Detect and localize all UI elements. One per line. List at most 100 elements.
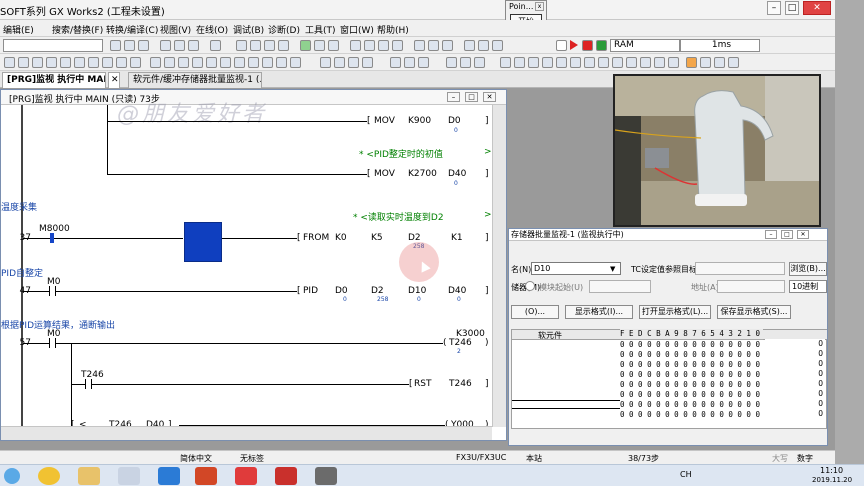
contact-energized[interactable] xyxy=(50,233,54,243)
close-all-icon[interactable] xyxy=(492,40,503,51)
monitor-cursor-block[interactable] xyxy=(184,222,222,262)
ladder-ldp-icon[interactable] xyxy=(206,57,217,68)
device-combo-chevron-down-icon[interactable]: ▼ xyxy=(610,265,615,273)
stop-icon[interactable] xyxy=(582,40,593,51)
ladder-contact-b-icon[interactable] xyxy=(18,57,29,68)
monitor-all-icon[interactable] xyxy=(714,57,725,68)
sim-reset-icon[interactable] xyxy=(542,57,553,68)
ladder-statement-icon[interactable] xyxy=(334,57,345,68)
menu-convert[interactable]: 转换/编译(C) xyxy=(106,23,158,36)
device-use-icon[interactable] xyxy=(418,57,429,68)
param-icon[interactable] xyxy=(556,57,567,68)
read-icon[interactable] xyxy=(328,40,339,51)
horizontal-scrollbar[interactable] xyxy=(1,426,492,440)
toolbar-combo-1[interactable] xyxy=(3,39,103,52)
ladder-max-button[interactable]: □ xyxy=(465,92,478,102)
vertical-scrollbar[interactable] xyxy=(492,105,506,427)
menu-edit[interactable]: 编辑(E) xyxy=(3,23,34,36)
contact-m0[interactable] xyxy=(49,338,56,348)
module-start-combo[interactable] xyxy=(589,280,651,293)
save-format-button[interactable]: 保存显示格式(S)... xyxy=(717,305,791,319)
sim-icon[interactable] xyxy=(500,57,511,68)
monitor-icon[interactable] xyxy=(300,40,311,51)
ladder-min-button[interactable]: – xyxy=(447,92,460,102)
minimize-button[interactable]: – xyxy=(767,1,781,15)
ladder-icon[interactable] xyxy=(378,40,389,51)
monitor-start-icon[interactable] xyxy=(686,57,697,68)
menu-diagnose[interactable]: 诊断(D) xyxy=(268,23,300,36)
display-format-button[interactable]: 显示格式(I)... xyxy=(565,305,633,319)
ladder-inv-icon[interactable] xyxy=(130,57,141,68)
ladder-comment-icon[interactable] xyxy=(320,57,331,68)
menu-help[interactable]: 帮助(H) xyxy=(377,23,409,36)
app-gray-icon[interactable] xyxy=(315,467,337,485)
ladder-rise-icon[interactable] xyxy=(102,57,113,68)
ladder-or-icon[interactable] xyxy=(192,57,203,68)
menu-window[interactable]: 窗口(W) xyxy=(340,23,374,36)
address-field[interactable] xyxy=(717,280,785,293)
powerpoint-icon[interactable] xyxy=(195,467,217,485)
test-icon[interactable] xyxy=(640,57,651,68)
buffer-radio[interactable] xyxy=(525,281,535,291)
batch-icon[interactable] xyxy=(474,57,485,68)
ladder-mpp-icon[interactable] xyxy=(290,57,301,68)
menu-debug[interactable]: 调试(B) xyxy=(233,23,264,36)
help-icon[interactable] xyxy=(556,40,567,51)
sim-stop-icon[interactable] xyxy=(528,57,539,68)
monitor-stop-icon[interactable] xyxy=(700,57,711,68)
app-icon[interactable] xyxy=(158,467,180,485)
menu-online[interactable]: 在线(O) xyxy=(196,23,228,36)
tray-language[interactable]: CH xyxy=(680,470,692,479)
save-icon[interactable] xyxy=(138,40,149,51)
menu-view[interactable]: 视图(V) xyxy=(160,23,191,36)
undo-icon[interactable] xyxy=(210,40,221,51)
ladder-ldf-icon[interactable] xyxy=(220,57,231,68)
run-icon[interactable] xyxy=(570,40,578,50)
contact-t246[interactable] xyxy=(85,379,92,389)
sim-start-icon[interactable] xyxy=(514,57,525,68)
diag-icon[interactable] xyxy=(584,57,595,68)
memory-combo[interactable]: RAM xyxy=(610,39,680,52)
write-icon[interactable] xyxy=(314,40,325,51)
batch-max-button[interactable]: □ xyxy=(781,230,793,239)
radix-combo[interactable]: 10进制 xyxy=(789,280,827,293)
new-icon[interactable] xyxy=(110,40,121,51)
verify-icon[interactable] xyxy=(350,40,361,51)
batch-close-button[interactable]: ✕ xyxy=(797,230,809,239)
menu-search[interactable]: 搜索/替换(F) xyxy=(52,23,103,36)
list-icon[interactable] xyxy=(392,40,403,51)
module-icon[interactable] xyxy=(570,57,581,68)
force-icon[interactable] xyxy=(654,57,665,68)
close-button[interactable]: ✕ xyxy=(803,1,831,15)
menu-tools[interactable]: 工具(T) xyxy=(305,23,336,36)
device-name-combo[interactable]: D10 xyxy=(531,262,621,275)
ladder-bookmark-icon[interactable] xyxy=(362,57,373,68)
ladder-vline-icon[interactable] xyxy=(74,57,85,68)
ladder-coil-icon[interactable] xyxy=(32,57,43,68)
ladder-pls-icon[interactable] xyxy=(150,57,161,68)
chrome-icon[interactable] xyxy=(38,467,60,485)
device-list-icon[interactable] xyxy=(390,57,401,68)
sampling-icon[interactable] xyxy=(626,57,637,68)
tile-icon[interactable] xyxy=(478,40,489,51)
explorer-icon[interactable] xyxy=(78,467,100,485)
pdf-icon[interactable] xyxy=(275,467,297,485)
compile-icon[interactable] xyxy=(278,40,289,51)
window-icon[interactable] xyxy=(442,40,453,51)
ladder-mrd-icon[interactable] xyxy=(276,57,287,68)
maximize-button[interactable]: □ xyxy=(785,1,799,15)
log-icon[interactable] xyxy=(598,57,609,68)
ladder-plf-icon[interactable] xyxy=(164,57,175,68)
ladder-close-button[interactable]: ✕ xyxy=(483,92,496,102)
open-format-button[interactable]: 打开显示格式(L)... xyxy=(639,305,711,319)
step-icon[interactable] xyxy=(596,40,607,51)
cut-icon[interactable] xyxy=(160,40,171,51)
ladder-orf-icon[interactable] xyxy=(248,57,259,68)
watch-icon[interactable] xyxy=(446,57,457,68)
ladder-orp-icon[interactable] xyxy=(234,57,245,68)
ladder-func-icon[interactable] xyxy=(46,57,57,68)
app-red-icon[interactable] xyxy=(235,467,257,485)
find-icon[interactable] xyxy=(236,40,247,51)
gxworks-icon[interactable] xyxy=(118,467,140,485)
ladder-delete-icon[interactable] xyxy=(88,57,99,68)
